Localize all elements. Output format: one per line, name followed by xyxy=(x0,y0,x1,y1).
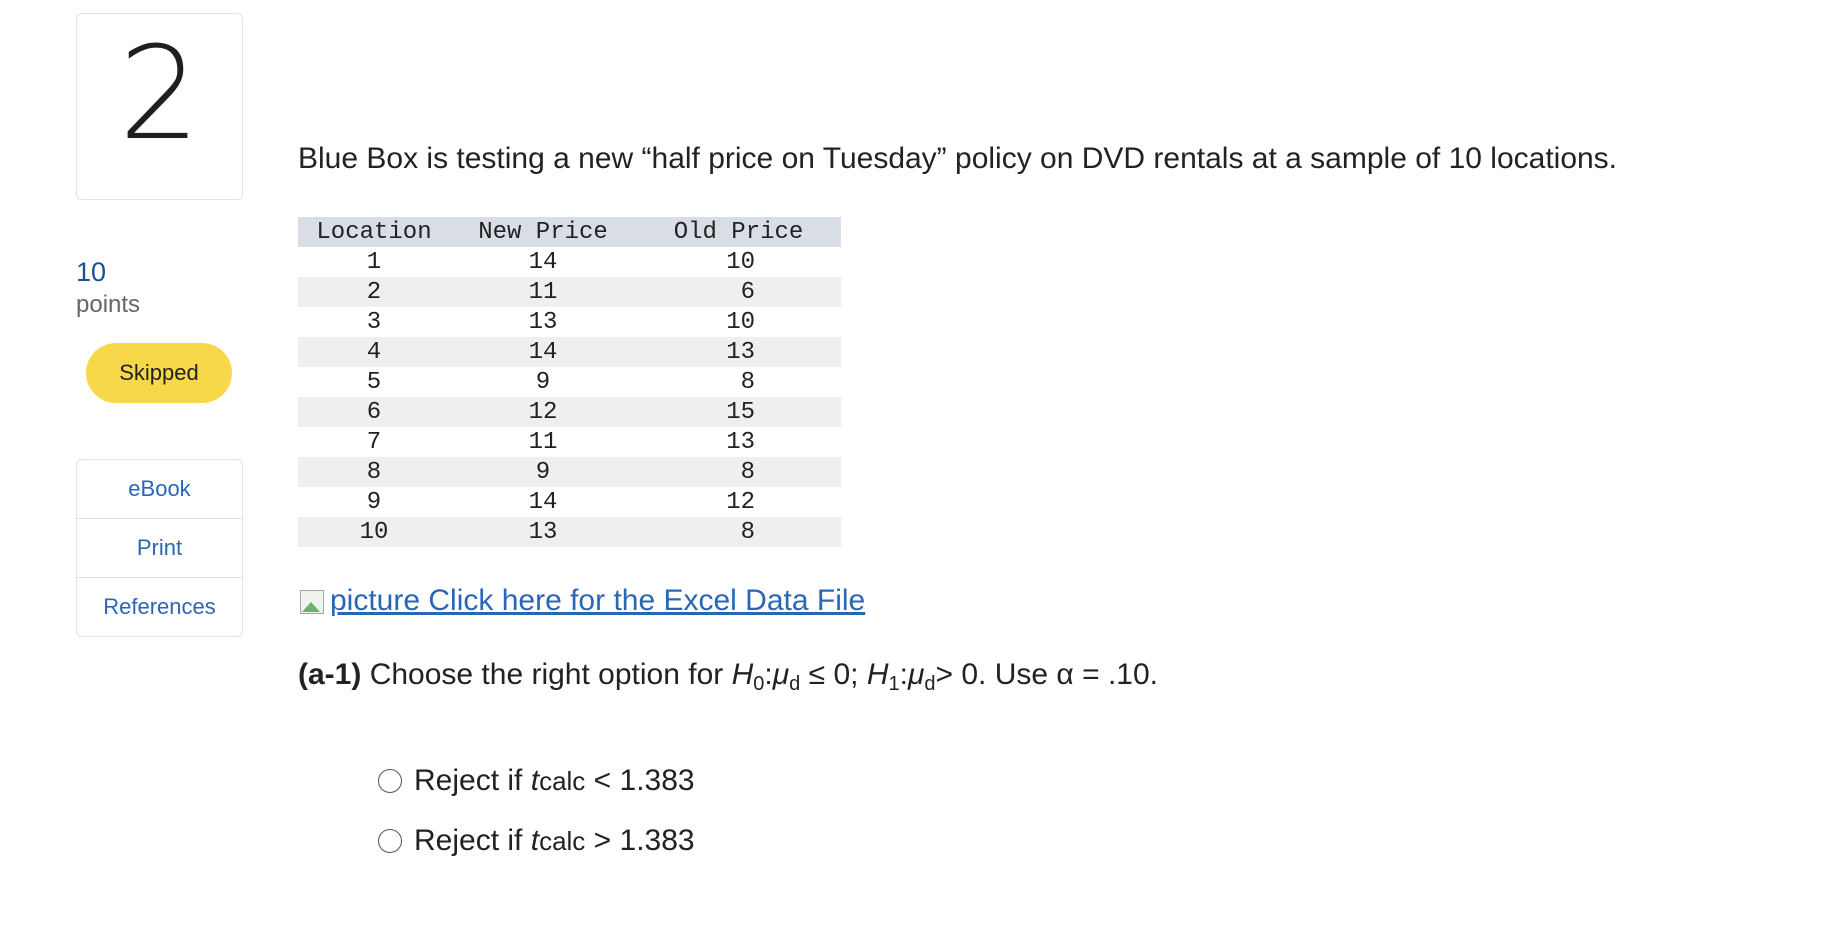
table-cell: 9 xyxy=(535,368,551,396)
references-link[interactable]: References xyxy=(77,578,242,636)
option-reject-less[interactable]: Reject if t calc < 1.383 xyxy=(378,764,695,798)
table-cell: 2 xyxy=(298,277,450,307)
h1-symbol: H xyxy=(866,658,889,691)
broken-image-icon xyxy=(298,588,328,618)
option-reject-greater[interactable]: Reject if t calc > 1.383 xyxy=(378,824,695,858)
excel-link-text: Click here for the Excel Data File xyxy=(428,584,866,617)
table-cell: 13 xyxy=(528,308,558,336)
table-cell: 12 xyxy=(726,488,755,516)
column-header: Old Price xyxy=(636,217,841,247)
excel-data-link[interactable]: picture Click here for the Excel Data Fi… xyxy=(298,584,865,618)
mu-symbol: μ xyxy=(907,658,925,691)
table-cell: 8 xyxy=(298,457,450,487)
table-cell: 13 xyxy=(636,337,841,367)
table-cell: 9 xyxy=(366,488,382,516)
table-cell: 6 xyxy=(298,397,450,427)
table-cell: 1 xyxy=(366,248,382,276)
table-row: 2 11 6 xyxy=(298,277,841,307)
table-row: 6 12 15 xyxy=(298,397,841,427)
table-cell: 8 xyxy=(636,457,841,487)
points-value: 10 xyxy=(76,257,107,287)
part-prompt: Choose the right option for xyxy=(369,658,724,691)
t-symbol: t xyxy=(530,764,540,797)
option-prefix: Reject if xyxy=(414,824,523,857)
table-cell: 14 xyxy=(450,337,636,367)
mu-symbol: μ xyxy=(772,658,790,691)
table-cell: 13 xyxy=(726,428,755,456)
column-header: New Price xyxy=(450,217,636,247)
table-row: 9 14 12 xyxy=(298,487,841,517)
radio-button[interactable] xyxy=(378,769,402,793)
question-number: 2 xyxy=(118,19,201,169)
t-subscript: calc xyxy=(539,765,586,796)
table-row: 4 14 13 xyxy=(298,337,841,367)
table-cell: 14 xyxy=(528,248,558,276)
table-row: 7 11 13 xyxy=(298,427,841,457)
points-label: points xyxy=(76,291,141,318)
part-label: (a-1) xyxy=(298,658,362,691)
option-prefix: Reject if xyxy=(414,764,523,797)
h0-symbol: H xyxy=(731,658,754,691)
table-row: 10 13 8 xyxy=(298,517,841,547)
h1-relation: > 0. Use α = .10. xyxy=(935,658,1158,691)
table-cell: 11 xyxy=(450,277,636,307)
table-cell: 14 xyxy=(528,488,558,516)
column-header: Location xyxy=(298,217,450,247)
question-number-box: 2 xyxy=(76,13,243,200)
status-badge: Skipped xyxy=(86,343,232,403)
table-cell: 4 xyxy=(298,337,450,367)
table-cell: 10 xyxy=(298,517,450,547)
question-text: Blue Box is testing a new “half price on… xyxy=(298,142,1618,175)
excel-link-alt-text: picture xyxy=(330,584,421,617)
table-cell: 7 xyxy=(366,428,382,456)
table-cell: 13 xyxy=(450,517,636,547)
data-table: Location New Price Old Price 1 14 10 2 11 6 … xyxy=(298,217,841,547)
table-cell: 15 xyxy=(636,397,841,427)
radio-button[interactable] xyxy=(378,829,402,853)
table-cell: 6 xyxy=(636,277,841,307)
ebook-link[interactable]: eBook xyxy=(77,460,242,519)
h0-relation: ≤ 0; xyxy=(808,658,859,691)
t-subscript: calc xyxy=(539,825,586,856)
table-cell: 9 xyxy=(450,457,636,487)
table-header-row: Location New Price Old Price xyxy=(298,217,841,247)
table-cell: 11 xyxy=(528,428,558,456)
h1-subscript: 1 xyxy=(888,673,900,695)
table-cell: 8 xyxy=(636,517,841,547)
table-row: 898 xyxy=(298,457,841,487)
table-cell: 10 xyxy=(726,308,755,336)
table-row: 3 13 10 xyxy=(298,307,841,337)
table-cell: 3 xyxy=(366,308,382,336)
table-row: 1 14 10 xyxy=(298,247,841,277)
table-cell: 8 xyxy=(740,368,755,396)
print-link[interactable]: Print xyxy=(77,519,242,578)
option-condition: > 1.383 xyxy=(593,824,695,857)
option-condition: < 1.383 xyxy=(593,764,695,797)
mu-subscript: d xyxy=(789,673,801,695)
mu-subscript: d xyxy=(924,673,936,695)
table-row: 5 9 8 xyxy=(298,367,841,397)
table-cell: 10 xyxy=(726,248,755,276)
t-symbol: t xyxy=(530,824,540,857)
table-cell: 5 xyxy=(366,368,382,396)
table-cell: 12 xyxy=(450,397,636,427)
h0-subscript: 0 xyxy=(753,673,765,695)
part-a1-prompt: (a-1) Choose the right option for H0:μd … xyxy=(298,658,1158,695)
resource-links: eBook Print References xyxy=(76,459,243,637)
